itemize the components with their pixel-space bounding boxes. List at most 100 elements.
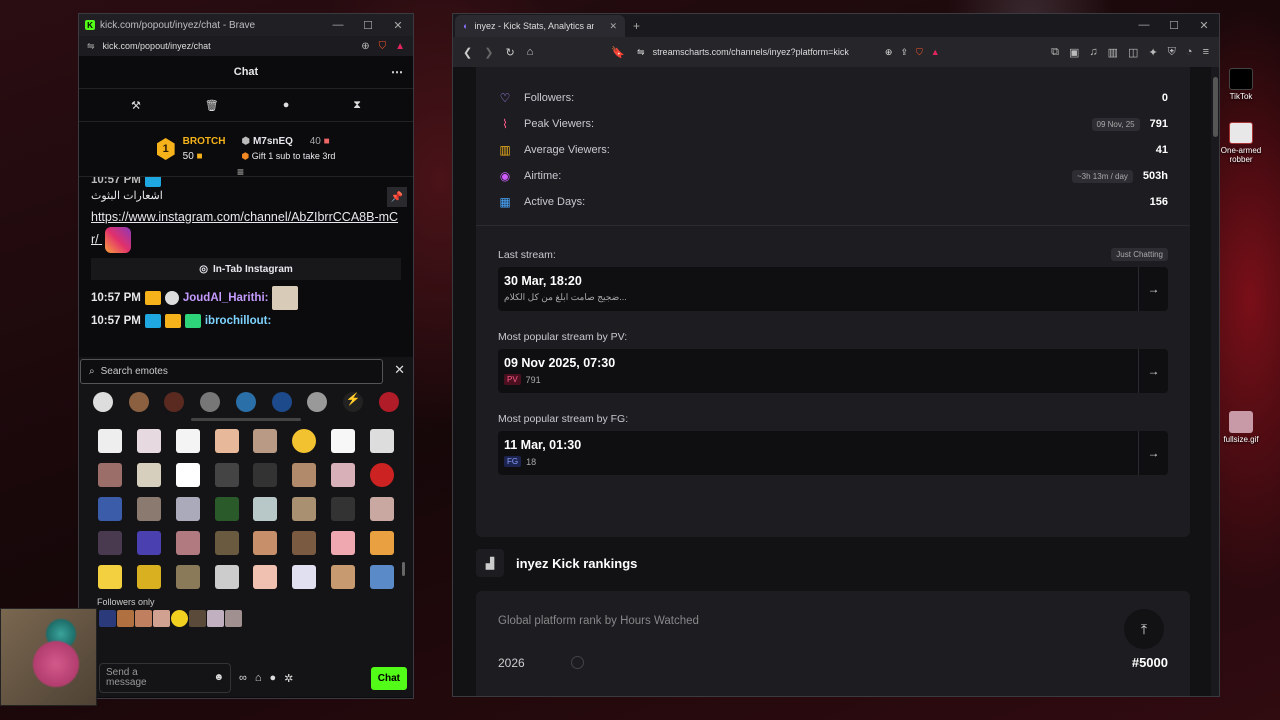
emote-search-input[interactable]: ⌕ Search emotes bbox=[80, 359, 383, 384]
emote-category-icon[interactable] bbox=[379, 392, 399, 412]
sidebar-icon[interactable]: ▥ bbox=[1108, 46, 1118, 59]
emote-icon[interactable] bbox=[369, 565, 394, 589]
menu-icon[interactable]: ≡ bbox=[1203, 46, 1209, 59]
emote-icon[interactable] bbox=[98, 463, 123, 487]
emote-icon[interactable] bbox=[330, 497, 355, 521]
emote-category-icon[interactable] bbox=[235, 392, 256, 412]
close-tab-icon[interactable]: ✕ bbox=[609, 21, 617, 32]
new-tab-icon[interactable]: + bbox=[633, 19, 640, 33]
emote-icon[interactable] bbox=[98, 497, 123, 521]
emote-icon[interactable] bbox=[292, 463, 317, 487]
zoom-icon[interactable]: ⊕ bbox=[361, 41, 369, 52]
emote-icon[interactable] bbox=[137, 497, 162, 521]
close-emotes-icon[interactable]: ✕ bbox=[394, 362, 405, 378]
pin-icon[interactable]: 📌 bbox=[387, 187, 407, 207]
emote-icon[interactable] bbox=[292, 565, 317, 589]
emote-icon[interactable] bbox=[137, 429, 162, 453]
maximize-button[interactable]: ☐ bbox=[1159, 14, 1189, 36]
emote-icon[interactable] bbox=[175, 531, 200, 555]
music-icon[interactable]: ♫ bbox=[1089, 46, 1097, 59]
brave-shield-icon[interactable]: ⛉ bbox=[379, 41, 387, 52]
zoom-icon[interactable]: ⊕ bbox=[885, 47, 893, 58]
emote-category-icon[interactable] bbox=[307, 392, 328, 412]
leo-icon[interactable]: ✦ bbox=[1148, 46, 1157, 59]
emote-icon[interactable] bbox=[137, 531, 162, 555]
emote-icon[interactable] bbox=[253, 463, 278, 487]
emote-icon[interactable] bbox=[369, 497, 394, 521]
emote-icon[interactable] bbox=[253, 565, 278, 589]
emote-icon[interactable] bbox=[330, 429, 355, 453]
extensions-icon[interactable]: ⧉ bbox=[1051, 46, 1059, 59]
emote-icon[interactable] bbox=[175, 463, 200, 487]
emote-icon[interactable] bbox=[98, 565, 123, 589]
emote-icon[interactable] bbox=[117, 610, 134, 627]
emote-icon[interactable] bbox=[292, 429, 317, 453]
intab-instagram-button[interactable]: ◎ In-Tab Instagram bbox=[91, 258, 401, 280]
send-chat-button[interactable]: Chat bbox=[370, 666, 407, 690]
emote-icon[interactable] bbox=[225, 610, 242, 627]
emote-scrollbar[interactable] bbox=[402, 562, 405, 576]
address-bar[interactable]: ⇋ streamscharts.com/channels/inyez?platf… bbox=[637, 47, 940, 58]
vpn-icon[interactable]: ⛨ bbox=[1168, 46, 1176, 59]
emote-category-icon[interactable] bbox=[164, 392, 185, 412]
emote-icon[interactable] bbox=[98, 429, 123, 453]
close-button[interactable]: ✕ bbox=[383, 14, 413, 36]
close-button[interactable]: ✕ bbox=[1189, 14, 1219, 36]
screenshot-icon[interactable]: ▣ bbox=[1069, 46, 1079, 59]
emote-category-icon[interactable] bbox=[271, 392, 292, 412]
scroll-top-icon[interactable]: ⤒ bbox=[1124, 609, 1164, 649]
site-info-icon[interactable]: ⇋ bbox=[87, 41, 95, 52]
brave-rewards-icon[interactable]: ▲ bbox=[931, 47, 940, 57]
scroll-thumb[interactable] bbox=[1213, 77, 1218, 137]
username[interactable]: ibrochillout: bbox=[205, 315, 271, 327]
emote-icon[interactable] bbox=[135, 610, 152, 627]
desktop-icon-gif[interactable]: fullsize.gif bbox=[1211, 411, 1271, 444]
reload-icon[interactable]: ↻ bbox=[505, 46, 514, 59]
gift-leaderboard[interactable]: 1 BROTCH 50 ■ ⬢ M7snEQ 40 ■ ⬢ Gift 1 sub… bbox=[79, 122, 413, 179]
emote-icon[interactable] bbox=[137, 463, 162, 487]
trash-icon[interactable]: 🗑 bbox=[205, 99, 219, 112]
desktop-icon-robber[interactable]: One-armed robber bbox=[1211, 122, 1271, 164]
emoji-icon[interactable]: ☻ bbox=[213, 673, 224, 683]
emote-icon[interactable] bbox=[153, 610, 170, 627]
emote-icon[interactable] bbox=[175, 429, 200, 453]
emote-icon[interactable] bbox=[369, 463, 394, 487]
emote-icon[interactable] bbox=[171, 610, 188, 627]
arrow-right-icon[interactable]: → bbox=[1138, 267, 1168, 311]
lightning-icon[interactable]: ⚡ bbox=[343, 392, 364, 412]
forward-icon[interactable]: ❯ bbox=[484, 46, 493, 59]
instagram-link[interactable]: https://www.instagram.com/channel/AbZIbr… bbox=[91, 210, 398, 246]
tab-active[interactable]: ◐ inyez - Kick Stats, Analytics and ✕ bbox=[455, 15, 625, 37]
minimize-button[interactable]: — bbox=[1129, 14, 1159, 36]
home-icon[interactable]: ⌂ bbox=[527, 46, 534, 58]
emote-category-icon[interactable] bbox=[92, 392, 113, 412]
hourglass-icon[interactable]: ⧗ bbox=[353, 99, 361, 112]
emote-icon[interactable] bbox=[292, 497, 317, 521]
speed-icon[interactable]: ◔ bbox=[1186, 46, 1193, 59]
address-bar[interactable]: ⇋ kick.com/popout/inyez/chat ⊕ ⛉ ▲ bbox=[79, 36, 413, 56]
arrow-right-icon[interactable]: → bbox=[1138, 349, 1168, 393]
popular-fg-box[interactable]: 11 Mar, 01:30 FG 18 → bbox=[498, 431, 1168, 475]
emote-icon[interactable] bbox=[137, 565, 162, 589]
emote-category-icon[interactable] bbox=[128, 392, 149, 412]
emote-icon[interactable] bbox=[214, 463, 239, 487]
emote-icon[interactable] bbox=[189, 610, 206, 627]
infinity-icon[interactable]: ∞ bbox=[239, 672, 247, 684]
bookmark-icon[interactable]: 🔖 bbox=[611, 46, 625, 59]
desktop-icon-tiktok[interactable]: TikTok bbox=[1211, 68, 1271, 101]
emote-icon[interactable] bbox=[98, 531, 123, 555]
wallet-icon[interactable]: ◫ bbox=[1128, 46, 1138, 59]
emote-icon[interactable] bbox=[99, 610, 116, 627]
username[interactable]: JoudAl_Harithi: bbox=[183, 292, 269, 304]
minimize-button[interactable]: — bbox=[323, 14, 353, 36]
emote-icon[interactable] bbox=[330, 531, 355, 555]
last-stream-box[interactable]: 30 Mar, 18:20 ضجيج صامت ابلغ من كل الكلا… bbox=[498, 267, 1168, 311]
popular-pv-box[interactable]: 09 Nov 2025, 07:30 PV 791 → bbox=[498, 349, 1168, 393]
category-pill[interactable]: Just Chatting bbox=[1111, 248, 1168, 261]
message-input[interactable]: Send a message ☻ bbox=[99, 663, 231, 693]
emote-category-icon[interactable] bbox=[200, 392, 221, 412]
brave-shield-icon[interactable]: ⛉ bbox=[916, 47, 923, 58]
emote-icon[interactable] bbox=[207, 610, 224, 627]
emote-icon[interactable] bbox=[214, 565, 239, 589]
emote-icon[interactable] bbox=[175, 565, 200, 589]
